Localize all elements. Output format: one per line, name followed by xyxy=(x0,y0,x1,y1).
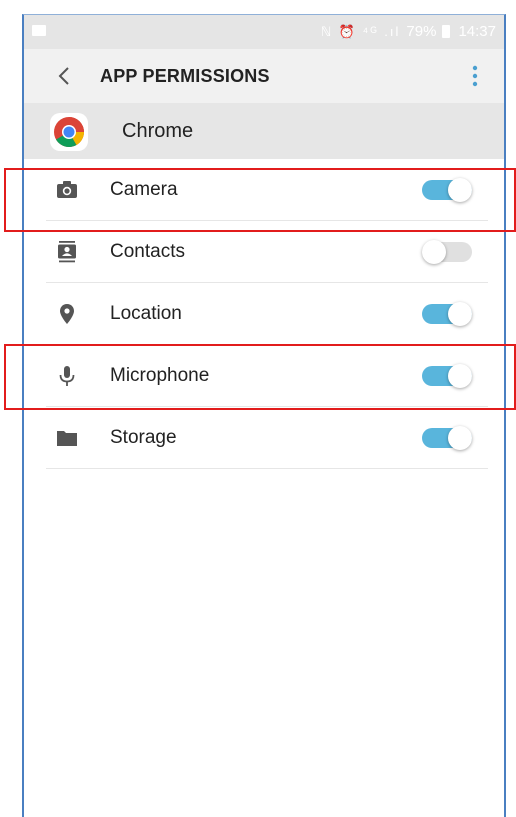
permission-label: Location xyxy=(110,303,182,324)
camera-toggle[interactable] xyxy=(422,178,472,202)
status-bar: ℕ ⏰ ⁴ᴳ .ıl 79% 14:37 xyxy=(24,15,504,49)
permission-row-location[interactable]: Location xyxy=(24,283,488,345)
permission-label: Storage xyxy=(110,427,177,448)
chrome-logo-icon xyxy=(50,113,88,151)
permission-row-contacts[interactable]: Contacts xyxy=(24,221,488,283)
microphone-toggle[interactable] xyxy=(422,364,472,388)
status-right: ℕ ⏰ ⁴ᴳ .ıl 79% 14:37 xyxy=(321,23,496,40)
folder-icon xyxy=(57,431,77,446)
status-icons: ℕ ⏰ ⁴ᴳ .ıl xyxy=(320,23,401,39)
more-vert-icon[interactable] xyxy=(472,64,478,88)
permission-label: Microphone xyxy=(110,365,210,386)
location-pin-icon xyxy=(60,304,74,324)
page-title: APP PERMISSIONS xyxy=(100,66,270,86)
battery-icon xyxy=(442,25,451,38)
divider xyxy=(46,468,488,469)
clock: 14:37 xyxy=(458,23,496,40)
battery-percent: 79% xyxy=(406,23,437,40)
app-bar: APP PERMISSIONS xyxy=(24,49,504,103)
chevron-left-icon[interactable] xyxy=(54,64,74,88)
app-name: Chrome xyxy=(122,120,194,142)
storage-toggle[interactable] xyxy=(422,426,472,450)
contacts-toggle[interactable] xyxy=(422,240,472,264)
camera-icon xyxy=(57,181,77,198)
location-toggle[interactable] xyxy=(422,302,472,326)
microphone-icon xyxy=(59,366,75,386)
permission-label: Camera xyxy=(110,179,178,200)
phone-screen: ℕ ⏰ ⁴ᴳ .ıl 79% 14:37 APP PERMISSIONS Chr… xyxy=(22,14,506,817)
permission-row-camera[interactable]: Camera xyxy=(24,159,488,221)
app-header: Chrome xyxy=(24,103,504,159)
permission-label: Contacts xyxy=(110,241,185,262)
permission-row-microphone[interactable]: Microphone xyxy=(24,345,488,407)
permission-row-storage[interactable]: Storage xyxy=(24,407,488,469)
contacts-icon xyxy=(58,241,76,263)
notification-icon xyxy=(32,25,46,36)
